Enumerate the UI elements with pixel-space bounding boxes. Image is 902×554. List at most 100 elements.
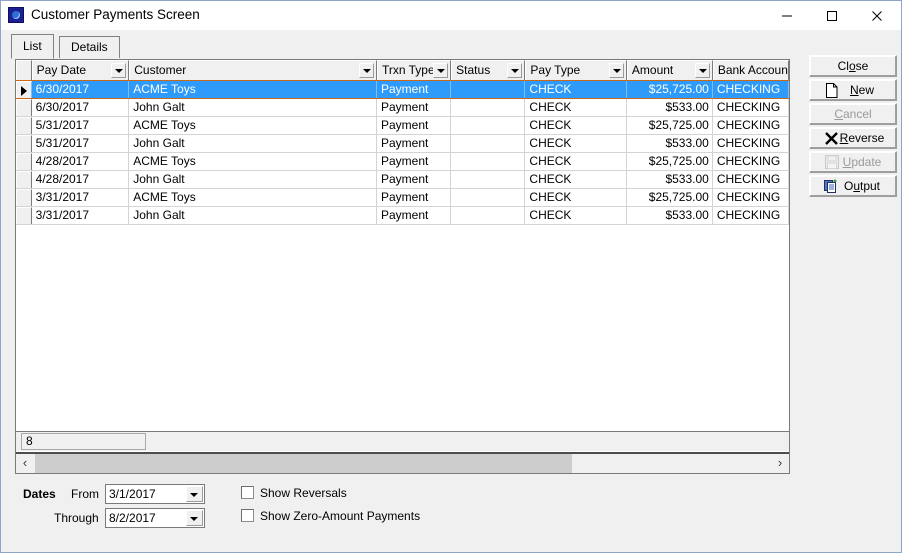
cell-status[interactable]: [451, 117, 526, 134]
cell-customer[interactable]: ACME Toys: [129, 81, 377, 98]
show-reversals-checkbox[interactable]: Show Reversals: [241, 486, 347, 500]
output-button[interactable]: Output: [809, 175, 897, 197]
column-filter-dropdown-icon[interactable]: [358, 63, 374, 78]
cell-status[interactable]: [451, 153, 526, 170]
cell-bank-account[interactable]: CHECKING: [713, 207, 789, 224]
row-selector[interactable]: [16, 81, 32, 98]
record-count-field[interactable]: 8: [21, 433, 146, 450]
cell-customer[interactable]: ACME Toys: [129, 117, 377, 134]
cell-pay-date[interactable]: 3/31/2017: [32, 207, 130, 224]
cell-pay-type[interactable]: CHECK: [525, 189, 627, 206]
column-filter-dropdown-icon[interactable]: [694, 63, 710, 78]
column-header-bank-account[interactable]: Bank Account: [712, 60, 789, 80]
cell-bank-account[interactable]: CHECKING: [713, 99, 789, 116]
cell-pay-type[interactable]: CHECK: [525, 81, 627, 98]
column-header-trxn-type[interactable]: Trxn Type: [376, 60, 452, 80]
column-header-customer[interactable]: Customer: [129, 60, 377, 80]
cell-amount[interactable]: $533.00: [627, 171, 713, 188]
row-selector[interactable]: [16, 99, 32, 116]
chevron-down-icon[interactable]: [186, 510, 203, 526]
cell-bank-account[interactable]: CHECKING: [713, 189, 789, 206]
close-button[interactable]: Close: [809, 55, 897, 77]
close-window-button[interactable]: [854, 1, 899, 30]
row-selector[interactable]: [16, 153, 32, 170]
new-button[interactable]: New: [809, 79, 897, 101]
table-row[interactable]: 4/28/2017 ACME Toys Payment CHECK $25,725.00…: [16, 153, 789, 171]
cell-trxn-type[interactable]: Payment: [377, 99, 452, 116]
cell-bank-account[interactable]: CHECKING: [713, 171, 789, 188]
row-selector[interactable]: [16, 171, 32, 188]
scrollbar-thumb[interactable]: [35, 454, 572, 473]
cell-pay-date[interactable]: 6/30/2017: [32, 99, 130, 116]
cell-trxn-type[interactable]: Payment: [377, 207, 452, 224]
cell-customer[interactable]: ACME Toys: [129, 189, 377, 206]
cell-amount[interactable]: $25,725.00: [627, 189, 713, 206]
table-row[interactable]: 6/30/2017 John Galt Payment CHECK $533.00 CHE…: [16, 99, 789, 117]
cell-trxn-type[interactable]: Payment: [377, 81, 452, 98]
cell-bank-account[interactable]: CHECKING: [713, 81, 789, 98]
column-filter-dropdown-icon[interactable]: [608, 63, 624, 78]
from-date-combobox[interactable]: 3/1/2017: [105, 484, 205, 504]
cell-pay-type[interactable]: CHECK: [525, 153, 627, 170]
row-selector[interactable]: [16, 207, 32, 224]
cell-pay-type[interactable]: CHECK: [525, 135, 627, 152]
cell-trxn-type[interactable]: Payment: [377, 171, 452, 188]
table-row[interactable]: 3/31/2017 John Galt Payment CHECK $533.00 CHE…: [16, 207, 789, 225]
column-header-pay-type[interactable]: Pay Type: [525, 60, 627, 80]
row-selector[interactable]: [16, 189, 32, 206]
cell-pay-type[interactable]: CHECK: [525, 99, 627, 116]
cell-pay-type[interactable]: CHECK: [525, 171, 627, 188]
cell-status[interactable]: [451, 171, 526, 188]
cell-pay-date[interactable]: 3/31/2017: [32, 189, 130, 206]
chevron-down-icon[interactable]: [186, 486, 203, 502]
cell-pay-date[interactable]: 6/30/2017: [32, 81, 130, 98]
tab-list[interactable]: List: [11, 34, 54, 59]
table-row[interactable]: 5/31/2017 John Galt Payment CHECK $533.00 CHE…: [16, 135, 789, 153]
checkbox-box[interactable]: [241, 509, 254, 522]
horizontal-scrollbar[interactable]: ‹ ›: [16, 452, 789, 473]
cell-customer[interactable]: John Galt: [129, 99, 377, 116]
table-row[interactable]: 6/30/2017 ACME Toys Payment CHECK $25,725.00…: [16, 80, 789, 99]
cell-amount[interactable]: $25,725.00: [627, 81, 713, 98]
cell-status[interactable]: [451, 135, 526, 152]
cell-status[interactable]: [451, 81, 526, 98]
cell-trxn-type[interactable]: Payment: [377, 153, 452, 170]
column-filter-dropdown-icon[interactable]: [433, 63, 449, 78]
cell-trxn-type[interactable]: Payment: [377, 189, 452, 206]
cell-bank-account[interactable]: CHECKING: [713, 117, 789, 134]
cell-customer[interactable]: John Galt: [129, 171, 377, 188]
cell-pay-type[interactable]: CHECK: [525, 117, 627, 134]
cell-customer[interactable]: John Galt: [129, 207, 377, 224]
cell-bank-account[interactable]: CHECKING: [713, 153, 789, 170]
tab-details[interactable]: Details: [59, 36, 120, 58]
cell-status[interactable]: [451, 207, 526, 224]
cell-status[interactable]: [451, 189, 526, 206]
row-selector[interactable]: [16, 117, 32, 134]
cell-trxn-type[interactable]: Payment: [377, 135, 452, 152]
cell-trxn-type[interactable]: Payment: [377, 117, 452, 134]
checkbox-box[interactable]: [241, 486, 254, 499]
table-row[interactable]: 4/28/2017 John Galt Payment CHECK $533.00 CHE…: [16, 171, 789, 189]
cell-amount[interactable]: $25,725.00: [627, 117, 713, 134]
table-row[interactable]: 3/31/2017 ACME Toys Payment CHECK $25,725.00…: [16, 189, 789, 207]
row-selector[interactable]: [16, 135, 32, 152]
cell-status[interactable]: [451, 99, 526, 116]
cell-amount[interactable]: $533.00: [627, 99, 713, 116]
column-header-status[interactable]: Status: [451, 60, 526, 80]
scroll-left-arrow-icon[interactable]: ‹: [16, 454, 34, 473]
column-filter-dropdown-icon[interactable]: [507, 63, 523, 78]
cell-customer[interactable]: John Galt: [129, 135, 377, 152]
cell-pay-date[interactable]: 4/28/2017: [32, 153, 130, 170]
cell-pay-date[interactable]: 5/31/2017: [32, 135, 130, 152]
cell-customer[interactable]: ACME Toys: [129, 153, 377, 170]
cell-pay-date[interactable]: 4/28/2017: [32, 171, 130, 188]
show-zero-amount-payments-checkbox[interactable]: Show Zero-Amount Payments: [241, 509, 420, 523]
cell-pay-date[interactable]: 5/31/2017: [32, 117, 130, 134]
cell-pay-type[interactable]: CHECK: [525, 207, 627, 224]
cell-amount[interactable]: $533.00: [627, 207, 713, 224]
through-date-combobox[interactable]: 8/2/2017: [105, 508, 205, 528]
table-row[interactable]: 5/31/2017 ACME Toys Payment CHECK $25,725.00…: [16, 117, 789, 135]
cell-amount[interactable]: $533.00: [627, 135, 713, 152]
column-filter-dropdown-icon[interactable]: [111, 63, 127, 78]
cell-bank-account[interactable]: CHECKING: [713, 135, 789, 152]
